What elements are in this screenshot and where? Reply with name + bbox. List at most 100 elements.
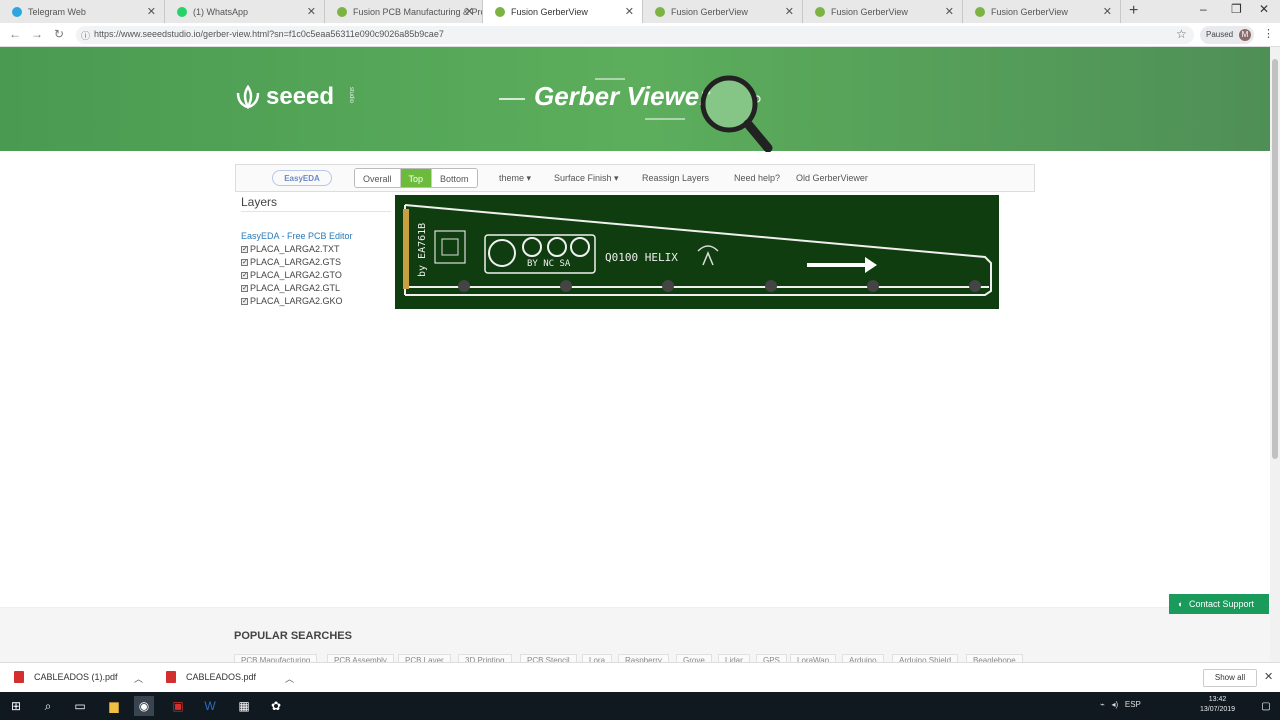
pcb-cc-text: BY NC SA: [527, 259, 571, 269]
tab-whatsapp[interactable]: (1) WhatsApp ✕: [165, 0, 325, 23]
contact-support-button[interactable]: ◖ Contact Support: [1169, 594, 1269, 614]
new-tab-button[interactable]: +: [1129, 2, 1138, 20]
surface-finish-dropdown[interactable]: Surface Finish ▾: [554, 173, 619, 184]
reload-icon[interactable]: ↻: [54, 27, 64, 41]
url-text: https://www.seeedstudio.io/gerber-view.h…: [94, 29, 444, 39]
reassign-layers-link[interactable]: Reassign Layers: [642, 173, 709, 183]
tab-telegram[interactable]: Telegram Web ✕: [0, 0, 165, 23]
search-chip[interactable]: Arduino Shield: [892, 654, 959, 662]
chrome-icon[interactable]: ◉: [134, 696, 154, 716]
seeed-logo-sub: studio: [348, 87, 354, 104]
view-top-button[interactable]: Top: [400, 169, 433, 187]
word-icon[interactable]: W: [200, 696, 220, 716]
chevron-up-icon[interactable]: ︿: [134, 672, 143, 685]
pdf-icon: [14, 671, 24, 683]
layer-checkbox[interactable]: ✓: [241, 297, 248, 305]
layer-item[interactable]: ✓ PLACA_LARGA2.TXT: [241, 244, 340, 254]
search-chip[interactable]: Beaglebone: [966, 654, 1023, 662]
show-all-button[interactable]: Show all: [1203, 669, 1257, 687]
tab-fusion-gerberview[interactable]: Fusion GerberView ✕: [643, 0, 803, 23]
page-scrollbar[interactable]: [1270, 47, 1280, 662]
layer-checkbox[interactable]: ✓: [241, 258, 248, 266]
view-bottom-button[interactable]: Bottom: [432, 169, 477, 187]
layer-checkbox[interactable]: ✓: [241, 284, 248, 292]
system-tray[interactable]: ⌁ ◂) ESP: [1100, 700, 1141, 709]
chevron-up-icon[interactable]: ︿: [285, 672, 294, 685]
download-item[interactable]: CABLEADOS.pdf: [166, 671, 256, 683]
close-icon[interactable]: ✕: [945, 5, 954, 18]
search-chip[interactable]: GPS: [756, 654, 787, 662]
tab-title: Telegram Web: [28, 6, 86, 17]
clock[interactable]: 13:42 13/07/2019: [1200, 695, 1235, 715]
old-gerberviewer-link[interactable]: Old GerberViewer: [796, 173, 868, 183]
close-icon[interactable]: ✕: [785, 5, 794, 18]
search-chip[interactable]: Lora: [582, 654, 613, 662]
search-chip[interactable]: Grove: [676, 654, 712, 662]
layer-item[interactable]: ✓ PLACA_LARGA2.GKO: [241, 296, 343, 306]
search-chip[interactable]: 3D Printing: [458, 654, 512, 662]
search-chip[interactable]: Lidar: [718, 654, 750, 662]
address-bar[interactable]: ⓘ https://www.seeedstudio.io/gerber-view…: [76, 26, 1194, 44]
tab-title: Fusion GerberView: [991, 6, 1068, 17]
search-chip[interactable]: Arduino: [842, 654, 884, 662]
layer-item[interactable]: ✓ PLACA_LARGA2.GTL: [241, 283, 340, 293]
search-chip[interactable]: PCB Assembly: [327, 654, 394, 662]
layer-checkbox[interactable]: ✓: [241, 245, 248, 253]
back-icon[interactable]: ←: [9, 27, 21, 41]
search-chip[interactable]: PCB Stencil: [520, 654, 577, 662]
contact-support-label: Contact Support: [1189, 599, 1255, 609]
need-help-link[interactable]: Need help?: [734, 173, 780, 183]
seeed-logo[interactable]: seeed: [266, 83, 334, 111]
language-indicator[interactable]: ESP: [1125, 700, 1141, 709]
site-info-icon[interactable]: ⓘ: [81, 29, 90, 42]
close-icon[interactable]: ✕: [465, 5, 474, 18]
layer-checkbox[interactable]: ✓: [241, 271, 248, 279]
search-chip[interactable]: PCB Layer: [398, 654, 451, 662]
layer-name: PLACA_LARGA2.GTO: [250, 270, 342, 280]
restore-button[interactable]: ❐: [1231, 2, 1242, 16]
tab-fusion-gerberview[interactable]: Fusion GerberView ✕: [803, 0, 963, 23]
tab-fusion-gerberview-active[interactable]: Fusion GerberView ✕: [483, 0, 643, 23]
tab-fusion-gerberview[interactable]: Fusion GerberView ✕: [963, 0, 1121, 23]
network-icon[interactable]: ⌁: [1100, 700, 1105, 709]
pdf-reader-icon[interactable]: ▣: [168, 696, 188, 716]
minimize-button[interactable]: –: [1200, 2, 1207, 16]
magnifier-icon: [700, 75, 773, 152]
close-icon[interactable]: ✕: [625, 5, 634, 18]
layer-item[interactable]: ✓ PLACA_LARGA2.GTO: [241, 270, 342, 280]
easyeda-editor-link[interactable]: EasyEDA - Free PCB Editor: [241, 231, 353, 241]
profile-status: Paused: [1206, 30, 1234, 39]
close-icon[interactable]: ✕: [1264, 670, 1273, 683]
volume-icon[interactable]: ◂): [1112, 700, 1119, 709]
scrollbar-thumb[interactable]: [1272, 59, 1278, 459]
notifications-icon[interactable]: ▢: [1256, 696, 1276, 716]
search-chip[interactable]: PCB Manufacturing: [234, 654, 318, 662]
app-icon[interactable]: ✿: [266, 696, 286, 716]
calculator-icon[interactable]: ▦: [234, 696, 254, 716]
forward-icon[interactable]: →: [31, 27, 43, 41]
theme-dropdown[interactable]: theme ▾: [499, 173, 531, 184]
windows-taskbar: ⊞ ⌕ ▭ ▆ ◉ ▣ W ▦ ✿ ⌁ ◂) ESP 13:42 13/07/2…: [0, 692, 1280, 720]
tab-title: Fusion GerberView: [671, 6, 748, 17]
pcb-render[interactable]: by EA761B BY NC SA Q0100 HELIX: [395, 195, 999, 309]
task-view-icon[interactable]: ▭: [70, 696, 90, 716]
easyeda-logo[interactable]: EasyEDA: [272, 170, 332, 186]
view-overall-button[interactable]: Overall: [355, 169, 401, 187]
layer-item[interactable]: ✓ PLACA_LARGA2.GTS: [241, 257, 341, 267]
close-window-button[interactable]: ✕: [1259, 2, 1269, 16]
tab-fusion-pcb[interactable]: Fusion PCB Manufacturing & Pro ✕: [325, 0, 483, 23]
profile-button[interactable]: Paused M: [1200, 26, 1254, 44]
search-icon[interactable]: ⌕: [38, 696, 58, 716]
close-icon[interactable]: ✕: [307, 5, 316, 18]
search-chip[interactable]: LoraWan: [790, 654, 837, 662]
close-icon[interactable]: ✕: [1103, 5, 1112, 18]
pcb-silk-code: by EA761B: [417, 222, 428, 277]
windows-start-icon[interactable]: ⊞: [6, 696, 26, 716]
close-icon[interactable]: ✕: [147, 5, 156, 18]
search-chip[interactable]: Raspberry: [618, 654, 669, 662]
file-explorer-icon[interactable]: ▆: [104, 696, 124, 716]
download-item[interactable]: CABLEADOS (1).pdf: [14, 671, 118, 683]
browser-toolbar: ← → ↻ ⓘ https://www.seeedstudio.io/gerbe…: [0, 23, 1280, 47]
bookmark-star-icon[interactable]: ☆: [1176, 27, 1187, 41]
menu-icon[interactable]: ⋮: [1263, 27, 1274, 40]
